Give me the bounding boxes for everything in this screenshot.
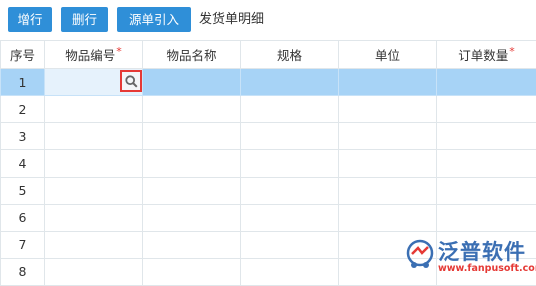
toolbar: 增行 删行 源单引入 发货单明细 [0,0,536,38]
order-qty-cell[interactable] [436,67,536,97]
item-code-cell[interactable] [44,149,143,178]
item-code-cell[interactable] [44,67,143,97]
delete-row-button[interactable]: 删行 [61,7,108,32]
row-index: 6 [0,203,45,232]
order-qty-cell[interactable] [436,149,536,178]
table-row[interactable]: 2 [0,95,536,124]
required-mark: * [116,45,122,58]
item-code-cell[interactable] [44,122,143,151]
row-index: 2 [0,95,45,124]
spec-cell[interactable] [240,257,339,286]
spec-cell[interactable] [240,176,339,205]
item-name-cell[interactable] [142,176,241,205]
item-name-cell[interactable] [142,149,241,178]
required-mark: * [509,45,515,58]
table-row[interactable]: 3 [0,122,536,151]
table-row[interactable]: 5 [0,176,536,205]
column-header-unit[interactable]: 单位 [338,40,437,69]
table-row[interactable]: 1 [0,67,536,97]
row-index: 4 [0,149,45,178]
import-source-button[interactable]: 源单引入 [117,7,191,32]
brand-name: 泛普软件 [438,240,526,264]
spec-cell[interactable] [240,67,339,97]
table-row[interactable]: 6 [0,203,536,232]
column-header-order-qty[interactable]: 订单数量* [436,40,536,69]
spec-cell[interactable] [240,95,339,124]
brand-logo-icon [406,239,434,268]
column-header-item-code[interactable]: 物品编号* [44,40,143,69]
table-row[interactable]: 4 [0,149,536,178]
row-index: 5 [0,176,45,205]
brand-watermark: 泛普软件 www.fanpusoft.com [404,236,536,276]
unit-cell[interactable] [338,176,437,205]
item-name-cell[interactable] [142,257,241,286]
unit-cell[interactable] [338,149,437,178]
spec-cell[interactable] [240,149,339,178]
item-code-cell[interactable] [44,176,143,205]
order-qty-cell[interactable] [436,203,536,232]
section-title: 发货单明细 [199,12,265,27]
row-index: 7 [0,230,45,259]
row-index: 3 [0,122,45,151]
item-code-cell[interactable] [44,257,143,286]
unit-cell[interactable] [338,122,437,151]
item-name-cell[interactable] [142,122,241,151]
order-qty-cell[interactable] [436,95,536,124]
row-index: 8 [0,257,45,286]
item-name-cell[interactable] [142,230,241,259]
column-header-item-name[interactable]: 物品名称 [142,40,241,69]
unit-cell[interactable] [338,67,437,97]
unit-cell[interactable] [338,203,437,232]
column-header-spec[interactable]: 规格 [240,40,339,69]
item-name-cell[interactable] [142,95,241,124]
search-icon [124,74,138,88]
row-index: 1 [0,67,45,97]
spec-cell[interactable] [240,122,339,151]
item-code-cell[interactable] [44,95,143,124]
header-row: 序号 物品编号* 物品名称 规格 单位 订单数量* [0,40,536,69]
unit-cell[interactable] [338,95,437,124]
spec-cell[interactable] [240,203,339,232]
add-row-button[interactable]: 增行 [8,7,52,32]
item-name-cell[interactable] [142,203,241,232]
order-qty-cell[interactable] [436,176,536,205]
spec-cell[interactable] [240,230,339,259]
lookup-button[interactable] [120,70,142,92]
column-header-index[interactable]: 序号 [0,40,45,69]
item-code-cell[interactable] [44,203,143,232]
item-name-cell[interactable] [142,67,241,97]
brand-url: www.fanpusoft.com [438,263,536,274]
order-qty-cell[interactable] [436,122,536,151]
item-code-cell[interactable] [44,230,143,259]
